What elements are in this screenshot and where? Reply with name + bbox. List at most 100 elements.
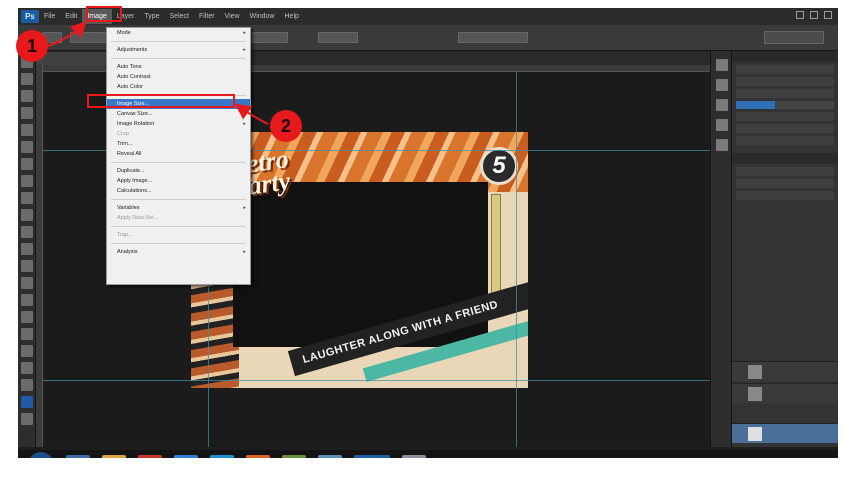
menu-item-analysis[interactable]: Analysis ▸: [107, 247, 250, 257]
menu-item-apply-image[interactable]: Apply Image...: [107, 176, 250, 186]
quick-select-tool-icon[interactable]: [21, 107, 33, 119]
marquee-tool-icon[interactable]: [21, 73, 33, 85]
type-tool-icon[interactable]: [21, 311, 33, 323]
layer-row-selected[interactable]: [732, 423, 838, 443]
menu-select[interactable]: Select: [165, 9, 194, 24]
taskbar-app-icon[interactable]: [282, 455, 306, 458]
font-family-field[interactable]: [736, 65, 834, 74]
menu-type[interactable]: Type: [139, 9, 164, 24]
menu-item-image-rotation[interactable]: Image Rotation ▸: [107, 119, 250, 129]
photoshop-taskbar-icon[interactable]: [354, 455, 390, 458]
menu-item-auto-contrast[interactable]: Auto Contrast: [107, 72, 250, 82]
blend-mode-dropdown[interactable]: [736, 179, 834, 188]
maximize-button[interactable]: [810, 11, 818, 19]
menu-item-adjustments[interactable]: Adjustments ▸: [107, 45, 250, 55]
layer-row[interactable]: [732, 361, 838, 381]
path-select-tool-icon[interactable]: [21, 328, 33, 340]
refine-edge-button[interactable]: [458, 32, 528, 43]
menu-file[interactable]: File: [39, 9, 60, 24]
minimize-button[interactable]: [796, 11, 804, 19]
properties-panel-icon[interactable]: [716, 79, 728, 91]
brush-panel-icon[interactable]: [716, 139, 728, 151]
option-field[interactable]: [318, 32, 358, 43]
menu-filter[interactable]: Filter: [194, 9, 220, 24]
menu-separator: [111, 41, 246, 42]
submenu-arrow-icon: ▸: [243, 30, 246, 36]
foreground-color-swatch[interactable]: [21, 396, 33, 408]
right-panels: [732, 51, 838, 447]
menu-item-trim[interactable]: Trim...: [107, 139, 250, 149]
character-panel-tab[interactable]: [732, 51, 838, 62]
vertical-ruler: [36, 65, 43, 447]
menu-item-crop: Crop: [107, 129, 250, 139]
crop-tool-icon[interactable]: [21, 124, 33, 136]
menu-separator: [111, 162, 246, 163]
tracking-field[interactable]: [736, 89, 834, 98]
eyedropper-tool-icon[interactable]: [21, 141, 33, 153]
menu-item-mode[interactable]: Mode ▸: [107, 28, 250, 38]
paragraph-panel-icon[interactable]: [716, 119, 728, 131]
menu-item-label: Crop: [117, 131, 129, 137]
number-badge: 5: [480, 147, 518, 185]
taskbar-app-icon[interactable]: [246, 455, 270, 458]
pen-tool-icon[interactable]: [21, 294, 33, 306]
hand-tool-icon[interactable]: [21, 362, 33, 374]
dodge-tool-icon[interactable]: [21, 277, 33, 289]
brush-tool-icon[interactable]: [21, 175, 33, 187]
menu-item-calculations[interactable]: Calculations...: [107, 186, 250, 196]
menu-view[interactable]: View: [220, 9, 245, 24]
lock-controls[interactable]: [736, 191, 834, 200]
taskbar-app-icon[interactable]: [66, 455, 90, 458]
text-style-buttons[interactable]: [736, 124, 834, 133]
history-brush-tool-icon[interactable]: [21, 209, 33, 221]
menu-item-label: Variables: [117, 205, 140, 211]
workspace-switcher[interactable]: [764, 31, 824, 44]
text-style-buttons[interactable]: [736, 112, 834, 121]
taskbar-app-icon[interactable]: [174, 455, 198, 458]
step-marker-2: 2: [270, 110, 302, 142]
menu-item-label: Adjustments: [117, 47, 148, 53]
menu-item-variables[interactable]: Variables ▸: [107, 203, 250, 213]
close-button[interactable]: [824, 11, 832, 19]
menu-item-reveal-all[interactable]: Reveal All: [107, 149, 250, 159]
menu-item-canvas-size[interactable]: Canvas Size...: [107, 109, 250, 119]
menu-item-label: Calculations...: [117, 188, 152, 194]
menu-item-label: Auto Color: [117, 84, 143, 90]
color-field[interactable]: [736, 101, 834, 109]
taskbar-app-icon[interactable]: [138, 455, 162, 458]
quick-mask-icon[interactable]: [21, 413, 33, 425]
shape-tool-icon[interactable]: [21, 345, 33, 357]
folder-icon[interactable]: [102, 455, 126, 458]
taskbar-app-icon[interactable]: [318, 455, 342, 458]
healing-tool-icon[interactable]: [21, 158, 33, 170]
menu-item-label: Canvas Size...: [117, 111, 153, 117]
browser-icon[interactable]: [210, 455, 234, 458]
history-panel-icon[interactable]: [716, 59, 728, 71]
layer-filter-field[interactable]: [736, 167, 834, 176]
blur-tool-icon[interactable]: [21, 260, 33, 272]
layers-panel-tab[interactable]: [732, 153, 838, 164]
menu-item-auto-color[interactable]: Auto Color: [107, 82, 250, 92]
menu-edit[interactable]: Edit: [60, 9, 82, 24]
menu-help[interactable]: Help: [280, 9, 304, 24]
window-controls: [796, 11, 832, 19]
menu-item-label: Apply Data Set...: [117, 215, 159, 221]
character-panel-icon[interactable]: [716, 99, 728, 111]
zoom-tool-icon[interactable]: [21, 379, 33, 391]
start-button-icon[interactable]: [28, 452, 54, 458]
font-size-field[interactable]: [736, 77, 834, 86]
menu-item-auto-tone[interactable]: Auto Tone: [107, 62, 250, 72]
eraser-tool-icon[interactable]: [21, 226, 33, 238]
submenu-arrow-icon: ▸: [243, 205, 246, 211]
gradient-tool-icon[interactable]: [21, 243, 33, 255]
photoshop-logo-icon: Ps: [21, 10, 39, 23]
menu-item-label: Image Rotation: [117, 121, 155, 127]
menu-window[interactable]: Window: [245, 9, 280, 24]
anti-alias-dropdown[interactable]: [736, 136, 834, 145]
stamp-tool-icon[interactable]: [21, 192, 33, 204]
menu-item-duplicate[interactable]: Duplicate...: [107, 166, 250, 176]
menu-item-label: Apply Image...: [117, 178, 153, 184]
layer-row[interactable]: [732, 383, 838, 403]
lasso-tool-icon[interactable]: [21, 90, 33, 102]
taskbar-app-icon[interactable]: [402, 455, 426, 458]
